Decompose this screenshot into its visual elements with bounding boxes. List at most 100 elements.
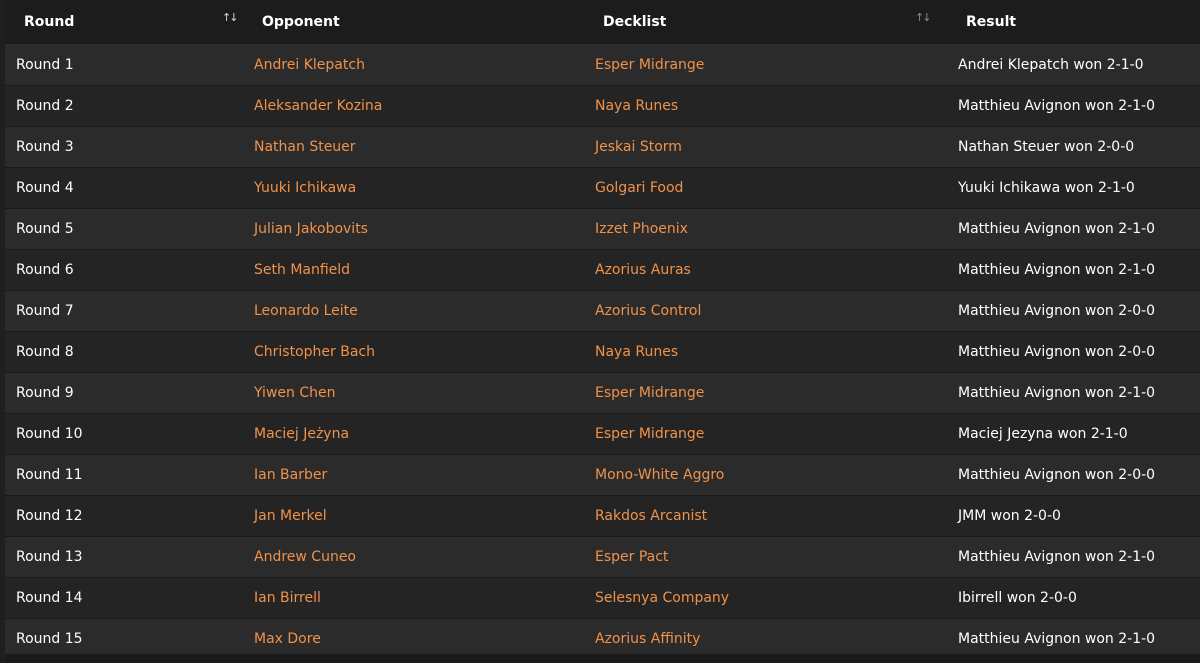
- opponent-cell: Christopher Bach: [243, 331, 584, 373]
- opponent-link[interactable]: Seth Manfield: [254, 262, 350, 278]
- decklist-link[interactable]: Azorius Auras: [595, 262, 691, 278]
- opponent-link[interactable]: Aleksander Kozina: [254, 98, 382, 114]
- decklist-cell: Rakdos Arcanist: [584, 495, 947, 537]
- table-body: Round 1 Andrei Klepatch Esper Midrange Andr…: [5, 44, 1200, 659]
- decklist-cell: Naya Runes: [584, 331, 947, 373]
- header-opponent: Opponent: [243, 0, 584, 45]
- decklist-link[interactable]: Esper Pact: [595, 549, 668, 565]
- decklist-link[interactable]: Esper Midrange: [595, 385, 704, 401]
- header-result: Result: [947, 0, 1200, 45]
- round-cell: Round 1: [5, 44, 243, 86]
- opponent-cell: Ian Birrell: [243, 577, 584, 619]
- round-cell: Round 15: [5, 618, 243, 659]
- result-cell: Matthieu Avignon won 2-1-0: [947, 372, 1200, 414]
- opponent-cell: Seth Manfield: [243, 249, 584, 291]
- decklist-cell: Jeskai Storm: [584, 126, 947, 168]
- decklist-link[interactable]: Golgari Food: [595, 180, 683, 196]
- round-cell: Round 5: [5, 208, 243, 250]
- result-cell: Ibirrell won 2-0-0: [947, 577, 1200, 619]
- decklist-link[interactable]: Esper Midrange: [595, 57, 704, 73]
- result-cell: Matthieu Avignon won 2-0-0: [947, 454, 1200, 496]
- opponent-cell: Julian Jakobovits: [243, 208, 584, 250]
- decklist-link[interactable]: Jeskai Storm: [595, 139, 682, 155]
- decklist-link[interactable]: Esper Midrange: [595, 426, 704, 442]
- round-cell: Round 7: [5, 290, 243, 332]
- round-cell: Round 9: [5, 372, 243, 414]
- decklist-cell: Azorius Auras: [584, 249, 947, 291]
- opponent-link[interactable]: Ian Birrell: [254, 590, 321, 606]
- round-cell: Round 8: [5, 331, 243, 373]
- opponent-cell: Jan Merkel: [243, 495, 584, 537]
- opponent-cell: Andrew Cuneo: [243, 536, 584, 578]
- decklist-cell: Mono-White Aggro: [584, 454, 947, 496]
- round-cell: Round 11: [5, 454, 243, 496]
- decklist-link[interactable]: Azorius Control: [595, 303, 701, 319]
- result-cell: Matthieu Avignon won 2-1-0: [947, 249, 1200, 291]
- decklist-link[interactable]: Naya Runes: [595, 344, 678, 360]
- opponent-cell: Yiwen Chen: [243, 372, 584, 414]
- result-cell: Matthieu Avignon won 2-1-0: [947, 618, 1200, 659]
- opponent-link[interactable]: Max Dore: [254, 631, 321, 647]
- decklist-cell: Selesnya Company: [584, 577, 947, 619]
- opponent-cell: Ian Barber: [243, 454, 584, 496]
- result-cell: Matthieu Avignon won 2-1-0: [947, 208, 1200, 250]
- header-round-label: Round: [24, 14, 75, 30]
- decklist-cell: Esper Midrange: [584, 44, 947, 86]
- decklist-link[interactable]: Naya Runes: [595, 98, 678, 114]
- table-row: Round 15 Max Dore Azorius Affinity Matthieu…: [5, 618, 1200, 659]
- table-row: Round 6 Seth Manfield Azorius Auras Matthie…: [5, 249, 1200, 291]
- table-row: Round 4 Yuuki Ichikawa Golgari Food Yuuki I…: [5, 167, 1200, 209]
- opponent-cell: Yuuki Ichikawa: [243, 167, 584, 209]
- header-result-label: Result: [966, 14, 1017, 30]
- sort-arrows-icon[interactable]: ↑↓: [915, 11, 932, 24]
- header-opponent-label: Opponent: [262, 14, 340, 30]
- round-cell: Round 2: [5, 85, 243, 127]
- opponent-link[interactable]: Andrew Cuneo: [254, 549, 356, 565]
- table-row: Round 5 Julian Jakobovits Izzet Phoenix Mat…: [5, 208, 1200, 250]
- round-cell: Round 6: [5, 249, 243, 291]
- opponent-cell: Max Dore: [243, 618, 584, 659]
- table-row: Round 13 Andrew Cuneo Esper Pact Matthieu A…: [5, 536, 1200, 578]
- opponent-link[interactable]: Andrei Klepatch: [254, 57, 365, 73]
- opponent-link[interactable]: Ian Barber: [254, 467, 327, 483]
- opponent-link[interactable]: Jan Merkel: [254, 508, 327, 524]
- round-results-table: Round ↑↓ Opponent Decklist ↑↓ Result Rou…: [5, 0, 1200, 659]
- decklist-link[interactable]: Azorius Affinity: [595, 631, 700, 647]
- table-bottom-edge: [5, 654, 1200, 663]
- table-row: Round 11 Ian Barber Mono-White Aggro Matthi…: [5, 454, 1200, 496]
- decklist-cell: Golgari Food: [584, 167, 947, 209]
- decklist-cell: Azorius Affinity: [584, 618, 947, 659]
- result-cell: Matthieu Avignon won 2-0-0: [947, 290, 1200, 332]
- opponent-link[interactable]: Yiwen Chen: [254, 385, 335, 401]
- opponent-link[interactable]: Christopher Bach: [254, 344, 375, 360]
- opponent-link[interactable]: Yuuki Ichikawa: [254, 180, 356, 196]
- table-row: Round 7 Leonardo Leite Azorius Control Matt…: [5, 290, 1200, 332]
- decklist-link[interactable]: Selesnya Company: [595, 590, 729, 606]
- opponent-link[interactable]: Nathan Steuer: [254, 139, 356, 155]
- table-row: Round 2 Aleksander Kozina Naya Runes Matthi…: [5, 85, 1200, 127]
- round-cell: Round 3: [5, 126, 243, 168]
- table-row: Round 9 Yiwen Chen Esper Midrange Matthieu …: [5, 372, 1200, 414]
- table-row: Round 10 Maciej Jeżyna Esper Midrange Macie…: [5, 413, 1200, 455]
- decklist-link[interactable]: Mono-White Aggro: [595, 467, 724, 483]
- table-row: Round 12 Jan Merkel Rakdos Arcanist JMM won…: [5, 495, 1200, 537]
- result-cell: Andrei Klepatch won 2-1-0: [947, 44, 1200, 86]
- opponent-link[interactable]: Leonardo Leite: [254, 303, 358, 319]
- opponent-cell: Andrei Klepatch: [243, 44, 584, 86]
- header-decklist-label: Decklist: [603, 14, 667, 30]
- decklist-cell: Esper Midrange: [584, 372, 947, 414]
- sort-arrows-icon[interactable]: ↑↓: [222, 11, 239, 24]
- decklist-link[interactable]: Izzet Phoenix: [595, 221, 688, 237]
- opponent-link[interactable]: Maciej Jeżyna: [254, 426, 349, 442]
- round-cell: Round 13: [5, 536, 243, 578]
- header-round[interactable]: Round ↑↓: [5, 0, 243, 45]
- decklist-cell: Esper Midrange: [584, 413, 947, 455]
- result-cell: Matthieu Avignon won 2-1-0: [947, 536, 1200, 578]
- header-decklist[interactable]: Decklist ↑↓: [584, 0, 947, 45]
- decklist-link[interactable]: Rakdos Arcanist: [595, 508, 707, 524]
- opponent-cell: Maciej Jeżyna: [243, 413, 584, 455]
- opponent-cell: Nathan Steuer: [243, 126, 584, 168]
- round-cell: Round 10: [5, 413, 243, 455]
- result-cell: Matthieu Avignon won 2-1-0: [947, 85, 1200, 127]
- opponent-link[interactable]: Julian Jakobovits: [254, 221, 368, 237]
